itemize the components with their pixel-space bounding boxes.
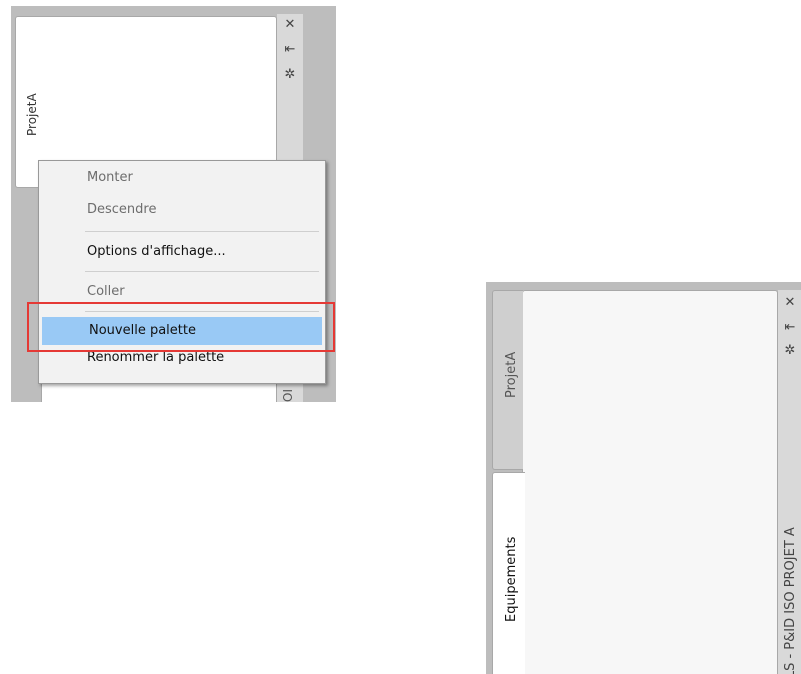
close-icon[interactable]: ✕	[282, 18, 298, 32]
settings-icon[interactable]: ✲	[282, 68, 298, 82]
menu-separator	[85, 231, 319, 232]
menu-item-coller[interactable]: Coller	[40, 281, 323, 303]
pin-icon[interactable]: ⇤	[282, 43, 298, 57]
strip-title-partial: OI	[281, 389, 295, 402]
annotation-highlight-box	[27, 302, 335, 352]
tab-projeta-label[interactable]: ProjetA	[25, 93, 39, 136]
menu-item-descendre[interactable]: Descendre	[40, 199, 323, 221]
screen: ProjetA ✕ ⇤ ✲ OI Monter Descendre Option…	[0, 0, 801, 674]
pin-icon[interactable]: ⇤	[782, 321, 798, 335]
tab-equipements-label: Equipements	[504, 536, 519, 622]
close-icon[interactable]: ✕	[782, 296, 798, 310]
tool-palette-right: ProjetA Equipements ✕ ⇤ ✲ ILS - P&ID ISO…	[486, 282, 801, 674]
palette-group-title: ILS - P&ID ISO PROJET A	[783, 527, 798, 674]
tab-projeta-label: ProjetA	[504, 351, 519, 398]
menu-separator	[85, 271, 319, 272]
palette-content-area[interactable]	[522, 290, 778, 674]
menu-item-options-affichage[interactable]: Options d'affichage...	[40, 241, 323, 263]
settings-icon[interactable]: ✲	[782, 344, 798, 358]
menu-item-monter[interactable]: Monter	[40, 167, 323, 189]
